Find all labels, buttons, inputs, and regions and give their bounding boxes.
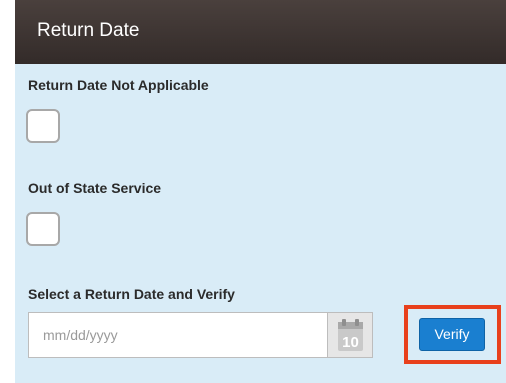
calendar-day: 10 — [342, 334, 359, 351]
calendar-button[interactable]: 10 — [328, 312, 373, 358]
out-of-state-checkbox[interactable] — [26, 212, 60, 246]
panel-header: Return Date — [15, 0, 506, 64]
out-of-state-label: Out of State Service — [28, 180, 162, 196]
calendar-icon: 10 — [338, 319, 363, 351]
verify-button[interactable]: Verify — [419, 318, 485, 351]
not-applicable-label: Return Date Not Applicable — [28, 77, 209, 93]
select-date-label: Select a Return Date and Verify — [28, 286, 235, 302]
not-applicable-checkbox[interactable] — [26, 109, 60, 143]
return-date-input[interactable] — [28, 312, 328, 358]
panel-title: Return Date — [37, 20, 140, 41]
